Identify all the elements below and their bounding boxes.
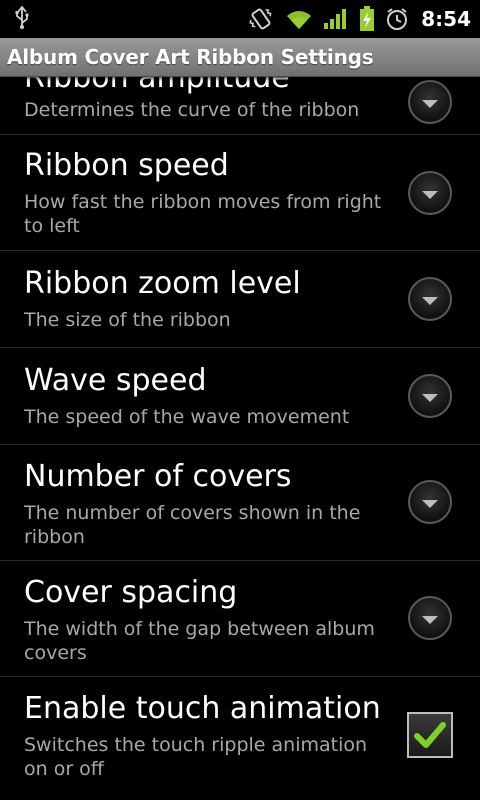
pref-ribbon-speed[interactable]: Ribbon speed How fast the ribbon moves f… — [0, 135, 480, 251]
battery-charging-icon — [359, 6, 375, 32]
pref-title: Ribbon speed — [24, 148, 229, 183]
pref-title: Wave speed — [24, 363, 207, 398]
chevron-down-icon[interactable] — [408, 171, 452, 215]
pref-summary: The number of covers shown in the ribbon — [24, 502, 361, 548]
touch-animation-checkbox[interactable] — [407, 712, 453, 758]
preferences-list[interactable]: Ribbon amplitude Determines the curve of… — [0, 77, 480, 800]
pref-enable-touch-animation[interactable]: Enable touch animation Switches the touc… — [0, 677, 480, 797]
wifi-icon — [285, 8, 313, 30]
pref-wave-speed[interactable]: Wave speed The speed of the wave movemen… — [0, 348, 480, 445]
pref-title: Ribbon zoom level — [24, 266, 301, 301]
pref-cover-spacing[interactable]: Cover spacing The width of the gap betwe… — [0, 561, 480, 677]
pref-summary: Determines the curve of the ribbon — [24, 99, 360, 121]
pref-title: Cover spacing — [24, 575, 238, 610]
chevron-down-icon[interactable] — [408, 374, 452, 418]
chevron-down-icon[interactable] — [408, 480, 452, 524]
pref-ribbon-amplitude[interactable]: Ribbon amplitude Determines the curve of… — [0, 77, 480, 135]
alarm-icon — [385, 7, 409, 31]
pref-summary: The speed of the wave movement — [24, 406, 350, 428]
title-bar: Album Cover Art Ribbon Settings — [0, 38, 480, 77]
pref-title: Enable touch animation — [24, 691, 381, 726]
pref-summary: How fast the ribbon moves from right to … — [24, 191, 382, 237]
chevron-down-icon[interactable] — [408, 277, 452, 321]
pref-summary: Switches the touch ripple animation on o… — [24, 734, 368, 780]
status-bar-clock: 8:54 — [421, 7, 471, 31]
pref-ribbon-zoom-level[interactable]: Ribbon zoom level The size of the ribbon — [0, 251, 480, 348]
pref-summary: The width of the gap between album cover… — [24, 618, 375, 664]
pref-summary: The size of the ribbon — [24, 309, 231, 331]
page-title: Album Cover Art Ribbon Settings — [7, 45, 374, 69]
chevron-down-icon[interactable] — [408, 80, 452, 124]
pref-title: Ribbon amplitude — [24, 77, 290, 95]
chevron-down-icon[interactable] — [408, 596, 452, 640]
checkmark-icon — [414, 722, 446, 748]
usb-icon — [14, 5, 30, 34]
signal-icon — [323, 8, 349, 30]
pref-title: Number of covers — [24, 459, 292, 494]
status-bar: 8:54 — [0, 0, 480, 38]
pref-number-of-covers[interactable]: Number of covers The number of covers sh… — [0, 445, 480, 561]
vibrate-icon — [247, 6, 275, 32]
